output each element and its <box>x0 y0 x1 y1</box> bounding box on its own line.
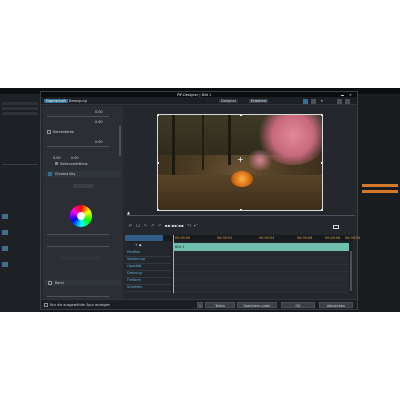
dialog-title: PiP-Designer | Bild 1 <box>177 92 212 97</box>
resize-handle[interactable] <box>158 209 159 210</box>
property-slider-3[interactable] <box>47 146 109 147</box>
next-frame-icon[interactable]: ▷ <box>151 224 154 228</box>
track-list: + ◆ Position Skalierung Opazität Drehung… <box>125 242 171 293</box>
properties-panel: 0.00 0.00 Kantenfarbe 0.00 0.00 0.00 Sei… <box>43 106 123 306</box>
clip-label: Bild 1 <box>175 245 185 249</box>
anchor-cross-icon[interactable]: + <box>237 156 244 164</box>
scrub-bar[interactable] <box>127 215 355 216</box>
editor-right-panel <box>358 94 400 312</box>
tree-trunk <box>202 115 204 170</box>
resize-handle[interactable] <box>321 162 322 164</box>
track-freiform[interactable]: Freiform <box>125 278 171 285</box>
section-checkbox-2[interactable] <box>48 172 52 176</box>
time-marker-5: 00:00:10 <box>345 236 361 240</box>
clip-bar[interactable]: Bild 1 <box>173 243 349 251</box>
color-wheel[interactable] <box>70 205 92 227</box>
pip-designer-dialog: PiP-Designer | Bild 1 ✕ Eigenschaft Bewe… <box>40 91 360 310</box>
show-selected-track-checkbox[interactable] <box>44 303 48 307</box>
timeline-scrollbar[interactable] <box>350 251 352 291</box>
save-as-button[interactable]: Speichern unter <box>237 302 277 308</box>
property-slider-1[interactable] <box>47 116 109 117</box>
keyframe-area[interactable] <box>173 251 349 293</box>
section-header-chroma[interactable]: Chroma Key <box>45 171 121 177</box>
tree-trunk <box>172 115 175 175</box>
minimize-icon[interactable] <box>341 93 344 96</box>
panel-scrollbar[interactable] <box>119 126 121 156</box>
view-tab-designer[interactable]: Designer <box>219 99 239 103</box>
preview-canvas[interactable]: + <box>157 114 323 211</box>
resize-handle[interactable] <box>158 115 159 116</box>
track-position[interactable]: Position <box>125 250 171 257</box>
dialog-tab-bar: Eigenschaft Bewegung Designer Erweitert … <box>41 97 357 105</box>
stop-icon[interactable]: □ <box>136 224 140 228</box>
tab-eigenschaft[interactable]: Eigenschaft <box>44 99 68 103</box>
screen-toggle-icon[interactable] <box>333 225 339 229</box>
chroma-slider-2[interactable] <box>47 246 109 247</box>
prev-frame-icon[interactable]: ◁ <box>144 224 147 228</box>
chroma-reset-button[interactable] <box>61 256 101 260</box>
keyframe-timeline: 00:00:00 00:00:02 00:00:04 00:00:06 00:0… <box>125 235 360 293</box>
time-marker-4: 00:00:08 <box>325 236 341 240</box>
property-value-5[interactable]: 0.00 <box>71 156 79 160</box>
dialog-footer: Nur die ausgewählte Spur anzeigen ⇪ Teil… <box>41 299 357 309</box>
editor-left-panel <box>0 94 40 312</box>
section-checkbox-1[interactable] <box>47 130 51 134</box>
timeline-zoom-control[interactable] <box>125 235 163 241</box>
chroma-slider-1[interactable] <box>47 234 109 235</box>
fullscreen-icon[interactable]: ⤢ <box>194 224 198 228</box>
close-icon[interactable]: ✕ <box>349 93 352 97</box>
resize-handle[interactable] <box>321 209 322 210</box>
section-header-rand[interactable]: Rand <box>45 280 121 286</box>
tab-bewegung[interactable]: Bewegung <box>69 99 87 103</box>
border-slider[interactable] <box>47 296 109 297</box>
property-value-1[interactable]: 0.00 <box>95 110 103 114</box>
time-marker-0: 00:00:00 <box>175 236 191 240</box>
track-skalierung[interactable]: Skalierung <box>125 257 171 264</box>
scrub-marker-icon[interactable]: ▲ <box>127 211 130 215</box>
playback-controls: ▷ □ ◁ ▷ ▷ ▪▪:▪▪:▪▪ ◁ ⤢ <box>129 224 198 228</box>
track-schatten[interactable]: Schatten <box>125 285 171 292</box>
pink-smoke <box>246 150 274 170</box>
time-marker-2: 00:00:04 <box>259 236 275 240</box>
add-keyframe-icon[interactable]: + ◆ <box>135 243 142 247</box>
resize-handle[interactable] <box>240 115 242 116</box>
safe-zone-icon[interactable] <box>345 98 350 104</box>
ratio-checkbox[interactable] <box>55 162 58 165</box>
tree-trunk <box>228 115 231 165</box>
play-icon[interactable]: ▷ <box>129 224 132 228</box>
time-marker-3: 00:00:06 <box>297 236 313 240</box>
view-tab-erweitert[interactable]: Erweitert <box>249 99 269 103</box>
grid-icon[interactable] <box>337 98 342 104</box>
section-checkbox-3[interactable] <box>48 281 52 285</box>
pumpkin-lantern <box>231 171 253 187</box>
share-button[interactable]: Teilen <box>205 302 235 308</box>
color-wheel-center <box>77 212 85 220</box>
property-value-3[interactable]: 0.00 <box>95 140 103 144</box>
select-tool-icon[interactable] <box>303 98 308 104</box>
color-picker-field[interactable] <box>73 184 93 188</box>
property-value-2[interactable]: 0.00 <box>95 120 103 124</box>
show-selected-track-label: Nur die ausgewählte Spur anzeigen <box>50 303 111 307</box>
section-label-1: Kantenfarbe <box>53 130 74 134</box>
track-opazitaet[interactable]: Opazität <box>125 264 171 271</box>
resize-handle[interactable] <box>158 162 159 164</box>
cancel-button[interactable]: Abbrechen <box>319 302 353 308</box>
track-drehung[interactable]: Drehung <box>125 271 171 278</box>
share-icon[interactable]: ⇪ <box>197 302 203 308</box>
volume-icon[interactable]: ◁ <box>187 224 190 228</box>
resize-handle[interactable] <box>240 209 242 210</box>
timecode-display: ▪▪:▪▪:▪▪ <box>164 224 184 228</box>
timeline-ruler: 00:00:00 00:00:02 00:00:04 00:00:06 00:0… <box>125 235 360 241</box>
section-label-2: Chroma Key <box>55 172 76 176</box>
ratio-label: Seitenverhältnis <box>60 162 88 166</box>
zoom-dropdown[interactable]: ▾ <box>321 99 323 103</box>
ok-button[interactable]: OK <box>281 302 315 308</box>
section-label-3: Rand <box>55 281 64 285</box>
time-marker-1: 00:00:02 <box>217 236 233 240</box>
resize-handle[interactable] <box>321 115 322 116</box>
playhead[interactable] <box>173 235 174 293</box>
fast-forward-icon[interactable]: ▷ <box>158 224 161 228</box>
hand-tool-icon[interactable] <box>311 98 316 104</box>
property-value-4[interactable]: 0.00 <box>53 156 61 160</box>
